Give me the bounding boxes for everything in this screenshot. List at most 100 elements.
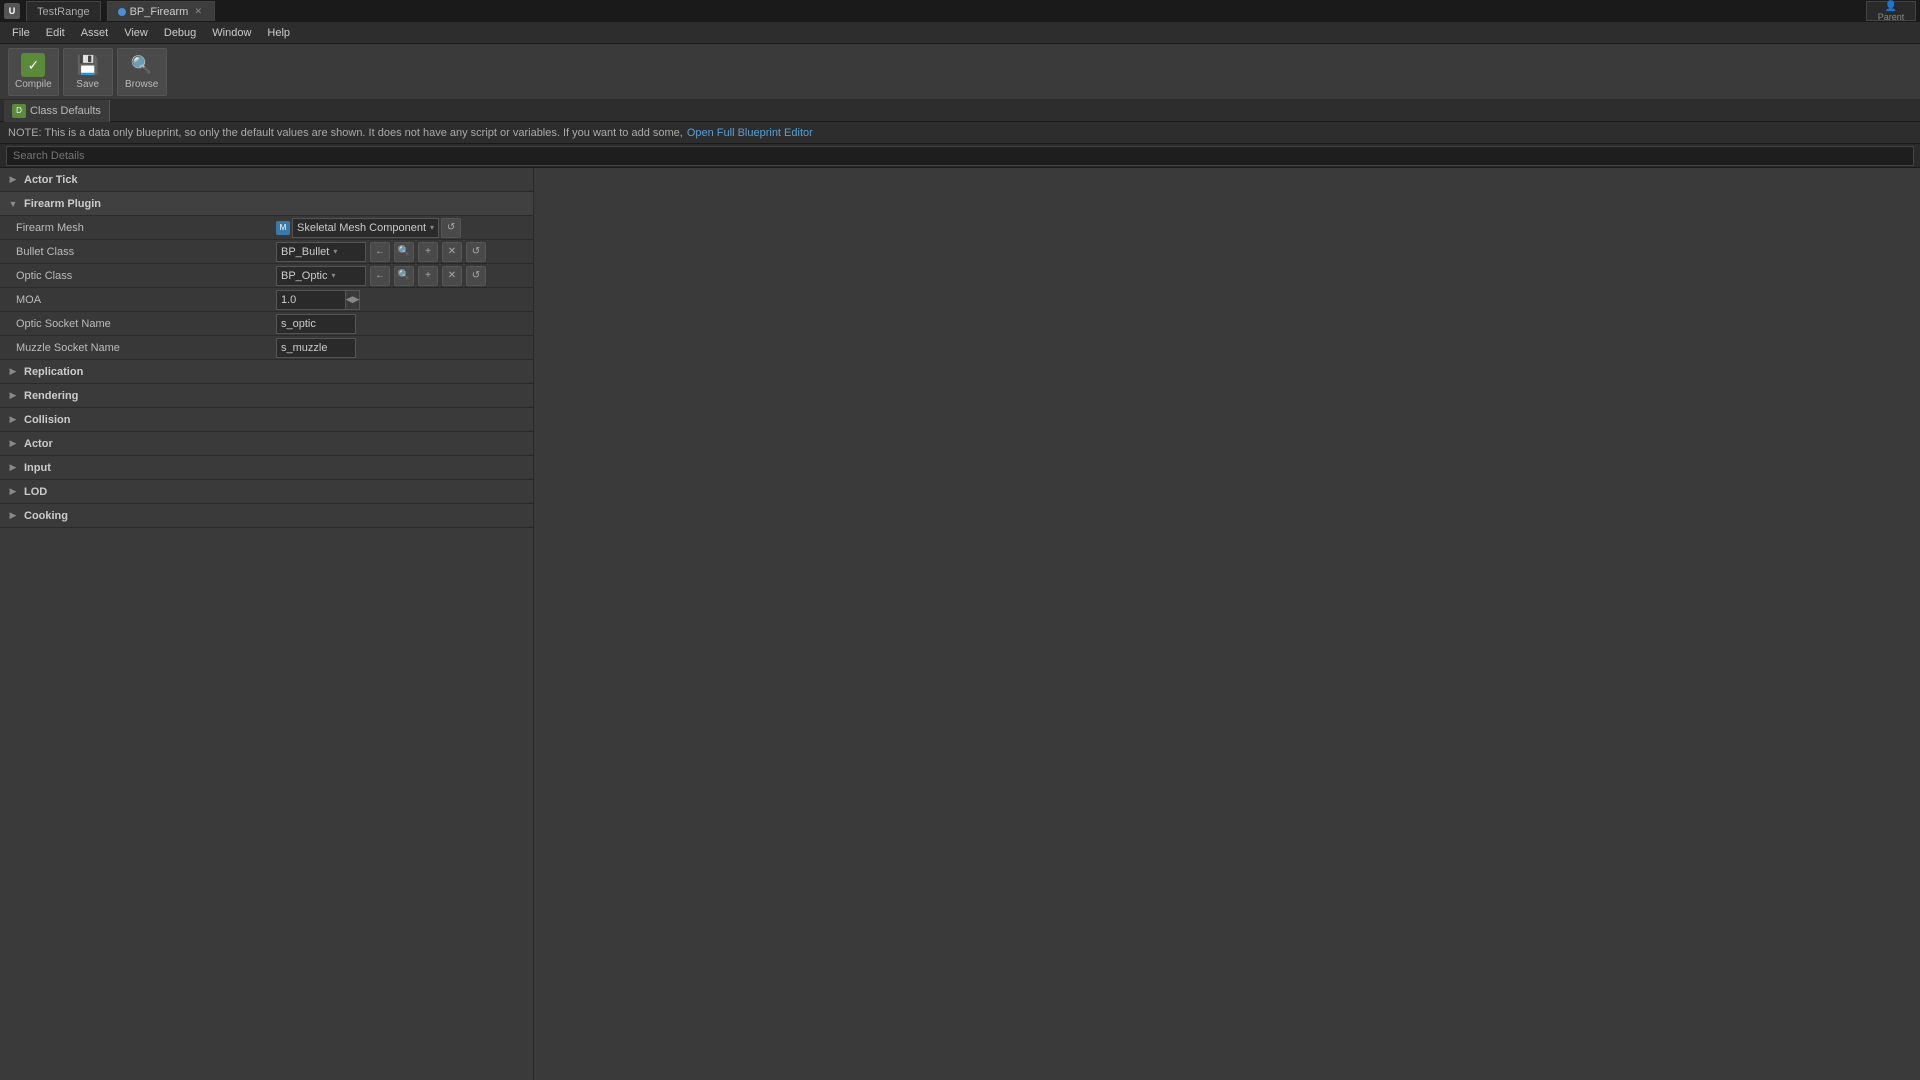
menu-help[interactable]: Help (259, 22, 298, 44)
bullet-class-dropdown[interactable]: BP_Bullet ▾ (276, 242, 366, 262)
parent-icon: 👤 (1885, 1, 1897, 12)
firearm-mesh-value: M Skeletal Mesh Component ▾ ↺ (276, 218, 533, 238)
firearm-mesh-dropdown[interactable]: Skeletal Mesh Component ▾ (292, 218, 439, 238)
save-icon: 💾 (76, 53, 100, 77)
collision-arrow: ▶ (6, 413, 20, 427)
tab-testrange-label: TestRange (37, 6, 90, 18)
menu-edit[interactable]: Edit (38, 22, 73, 44)
section-cooking[interactable]: ▶ Cooking (0, 504, 533, 528)
cooking-label: Cooking (24, 510, 68, 522)
parent-button[interactable]: 👤 Parent (1866, 1, 1916, 21)
moa-value: ◀▶ (276, 290, 533, 310)
firearm-mesh-select-wrap: M Skeletal Mesh Component ▾ ↺ (276, 218, 461, 238)
optic-class-dropdown-arrow: ▾ (331, 271, 335, 280)
input-label: Input (24, 462, 51, 474)
moa-input[interactable] (276, 290, 346, 310)
compile-label: Compile (15, 79, 52, 90)
tab-bp-firearm-label: BP_Firearm (130, 6, 189, 18)
optic-class-search[interactable]: 🔍 (394, 266, 414, 286)
optic-class-clear[interactable]: ✕ (442, 266, 462, 286)
section-input[interactable]: ▶ Input (0, 456, 533, 480)
optic-class-add[interactable]: + (418, 266, 438, 286)
toolbar: ✓ Compile 💾 Save 🔍 Browse (0, 44, 1920, 100)
section-lod[interactable]: ▶ LOD (0, 480, 533, 504)
optic-class-dropdown[interactable]: BP_Optic ▾ (276, 266, 366, 286)
rendering-label: Rendering (24, 390, 78, 402)
actor-tick-arrow: ▶ (6, 173, 20, 187)
right-panel (534, 168, 1920, 1080)
browse-button[interactable]: 🔍 Browse (117, 48, 167, 96)
bullet-class-arrow-left[interactable]: ← (370, 242, 390, 262)
bullet-class-label: Bullet Class (16, 246, 276, 258)
property-muzzle-socket-name: Muzzle Socket Name (0, 336, 533, 360)
save-button[interactable]: 💾 Save (63, 48, 113, 96)
left-panel: ▶ Actor Tick ▼ Firearm Plugin Firearm Me… (0, 168, 534, 1080)
optic-socket-name-input[interactable] (276, 314, 356, 334)
menu-asset[interactable]: Asset (73, 22, 117, 44)
optic-class-undo[interactable]: ↺ (466, 266, 486, 286)
section-collision[interactable]: ▶ Collision (0, 408, 533, 432)
replication-arrow: ▶ (6, 365, 20, 379)
compile-button[interactable]: ✓ Compile (8, 48, 59, 96)
note-text: NOTE: This is a data only blueprint, so … (8, 127, 683, 139)
property-optic-socket-name: Optic Socket Name (0, 312, 533, 336)
bullet-class-search[interactable]: 🔍 (394, 242, 414, 262)
section-rendering[interactable]: ▶ Rendering (0, 384, 533, 408)
property-optic-class: Optic Class BP_Optic ▾ ← 🔍 + ✕ ↺ (0, 264, 533, 288)
bullet-class-dropdown-value: BP_Bullet (281, 246, 329, 258)
actor-label: Actor (24, 438, 53, 450)
search-input[interactable] (6, 146, 1914, 166)
replication-label: Replication (24, 366, 83, 378)
optic-socket-name-label: Optic Socket Name (16, 318, 276, 330)
class-defaults-icon: D (12, 104, 26, 118)
mesh-icon: M (276, 221, 290, 235)
actor-tick-label: Actor Tick (24, 174, 78, 186)
bullet-class-add[interactable]: + (418, 242, 438, 262)
muzzle-socket-name-input[interactable] (276, 338, 356, 358)
tab-modified-dot (118, 8, 126, 16)
section-replication[interactable]: ▶ Replication (0, 360, 533, 384)
section-actor-tick[interactable]: ▶ Actor Tick (0, 168, 533, 192)
bullet-class-undo[interactable]: ↺ (466, 242, 486, 262)
input-arrow: ▶ (6, 461, 20, 475)
moa-spin[interactable]: ◀▶ (346, 290, 360, 310)
collision-label: Collision (24, 414, 70, 426)
firearm-mesh-dropdown-arrow: ▾ (430, 223, 434, 232)
menu-bar: File Edit Asset View Debug Window Help (0, 22, 1920, 44)
title-bar-right: 👤 Parent (1866, 1, 1916, 21)
tab-bp-firearm[interactable]: BP_Firearm ✕ (107, 1, 216, 21)
tab-close-button[interactable]: ✕ (192, 6, 204, 18)
browse-label: Browse (125, 79, 158, 90)
section-actor[interactable]: ▶ Actor (0, 432, 533, 456)
open-blueprint-link[interactable]: Open Full Blueprint Editor (687, 127, 813, 139)
property-moa: MOA ◀▶ (0, 288, 533, 312)
optic-class-arrow-left[interactable]: ← (370, 266, 390, 286)
browse-icon: 🔍 (130, 53, 154, 77)
property-firearm-mesh: Firearm Mesh M Skeletal Mesh Component ▾… (0, 216, 533, 240)
lod-arrow: ▶ (6, 485, 20, 499)
actor-arrow: ▶ (6, 437, 20, 451)
bullet-class-value: BP_Bullet ▾ ← 🔍 + ✕ ↺ (276, 242, 533, 262)
muzzle-socket-name-label: Muzzle Socket Name (16, 342, 276, 354)
menu-window[interactable]: Window (204, 22, 259, 44)
bullet-class-dropdown-arrow: ▾ (333, 247, 337, 256)
class-defaults-tab[interactable]: D Class Defaults (4, 100, 110, 122)
section-firearm-plugin[interactable]: ▼ Firearm Plugin (0, 192, 533, 216)
class-defaults-label: Class Defaults (30, 105, 101, 117)
firearm-mesh-label: Firearm Mesh (16, 222, 276, 234)
muzzle-socket-name-value (276, 338, 533, 358)
cooking-arrow: ▶ (6, 509, 20, 523)
moa-number-wrap: ◀▶ (276, 290, 360, 310)
rendering-arrow: ▶ (6, 389, 20, 403)
compile-icon: ✓ (21, 53, 45, 77)
search-bar (0, 144, 1920, 168)
menu-file[interactable]: File (4, 22, 38, 44)
menu-view[interactable]: View (116, 22, 156, 44)
menu-debug[interactable]: Debug (156, 22, 204, 44)
tab-testrange[interactable]: TestRange (26, 1, 101, 21)
firearm-mesh-reset-button[interactable]: ↺ (441, 218, 461, 238)
note-bar: NOTE: This is a data only blueprint, so … (0, 122, 1920, 144)
optic-class-label: Optic Class (16, 270, 276, 282)
firearm-mesh-dropdown-value: Skeletal Mesh Component (297, 222, 426, 234)
bullet-class-clear[interactable]: ✕ (442, 242, 462, 262)
